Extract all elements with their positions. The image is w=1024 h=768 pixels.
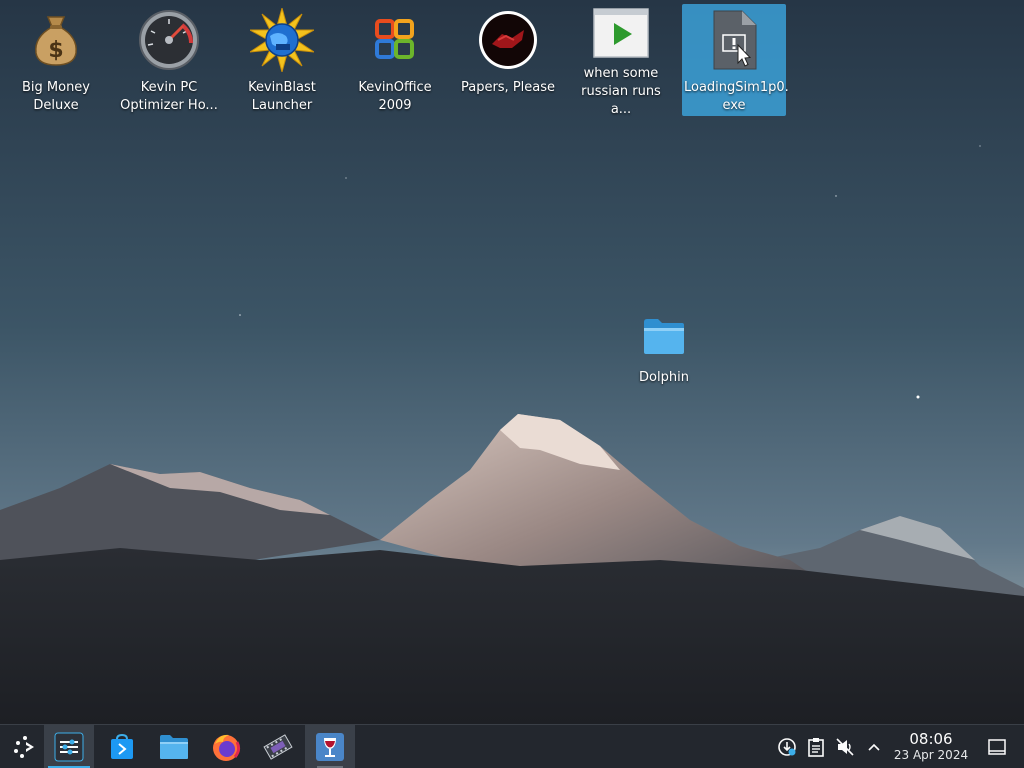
desktop-icon-label: Big Money Deluxe <box>21 80 90 113</box>
desktop-icon-kevin-pc-optimizer[interactable]: Kevin PC Optimizer Ho... <box>117 4 221 116</box>
desktop-icon-video-russian[interactable]: when some russian runs a... <box>569 4 673 117</box>
clipboard-tray[interactable] <box>805 736 827 758</box>
desktop-icon-dolphin-folder[interactable]: Dolphin <box>612 306 716 390</box>
video-play-icon <box>589 8 653 58</box>
video-editor-icon <box>263 733 293 760</box>
desktop-icon-label: KevinOffice 2009 <box>358 80 432 113</box>
task-system-settings[interactable] <box>44 725 94 768</box>
speedometer-icon <box>137 8 201 72</box>
exe-file-icon <box>702 8 766 72</box>
taskbar: 08:06 23 Apr 2024 <box>0 724 1024 768</box>
desktop-icon-label: Dolphin <box>639 370 689 385</box>
desktop-icon-label: Papers, Please <box>460 80 556 95</box>
task-video-editor[interactable] <box>253 725 303 768</box>
folder-icon <box>632 310 696 362</box>
clock-time: 08:06 <box>909 730 953 748</box>
firefox-icon <box>213 734 241 761</box>
office-logo-icon <box>363 8 427 72</box>
updates-icon <box>778 738 796 756</box>
clock-date: 23 Apr 2024 <box>893 748 969 762</box>
chevron-up-icon <box>868 743 880 751</box>
show-desktop-button[interactable] <box>986 736 1008 758</box>
desktop-icon-label: Kevin PC Optimizer Ho... <box>120 80 218 113</box>
tray-expander[interactable] <box>863 736 885 758</box>
application-launcher-button[interactable] <box>0 725 50 768</box>
task-firefox[interactable] <box>201 725 251 768</box>
wine-glass-icon <box>316 732 344 761</box>
clipboard-icon <box>808 738 824 757</box>
discover-store-icon <box>111 733 133 759</box>
desktop-icon-label: when some russian runs a... <box>581 66 661 117</box>
desktop-icon-kevinoffice-2009[interactable]: KevinOffice 2009 <box>343 4 447 116</box>
volume-tray[interactable] <box>834 736 856 758</box>
show-desktop-icon <box>988 739 1006 755</box>
desktop-icon-label: LoadingSim1p0. exe <box>684 80 789 113</box>
globe-burst-icon <box>250 8 314 72</box>
task-dolphin[interactable] <box>149 725 199 768</box>
desktop-icon-kevinblast-launcher[interactable]: KevinBlast Launcher <box>230 4 334 116</box>
task-discover[interactable] <box>97 725 147 768</box>
task-wine[interactable] <box>305 725 355 768</box>
updates-tray[interactable] <box>776 736 798 758</box>
desktop-icon-big-money-deluxe[interactable]: $ Big Money Deluxe <box>4 4 108 116</box>
dolphin-files-icon <box>160 734 188 759</box>
money-bag-icon: $ <box>24 8 88 72</box>
desktop-icon-label: KevinBlast Launcher <box>248 80 316 113</box>
desktop[interactable]: $ Big Money Deluxe Kevin PC Optimizer Ho… <box>0 0 1024 724</box>
digital-clock[interactable]: 08:06 23 Apr 2024 <box>888 730 974 763</box>
desktop-icon-papers-please[interactable]: Papers, Please <box>456 4 560 116</box>
papers-please-emblem-icon <box>476 8 540 72</box>
desktop-icon-loadingsim-exe[interactable]: LoadingSim1p0. exe <box>682 4 789 116</box>
application-launcher-icon <box>14 735 34 758</box>
volume-muted-icon <box>836 738 854 756</box>
system-settings-icon <box>54 732 84 761</box>
svg-text:$: $ <box>48 38 63 63</box>
